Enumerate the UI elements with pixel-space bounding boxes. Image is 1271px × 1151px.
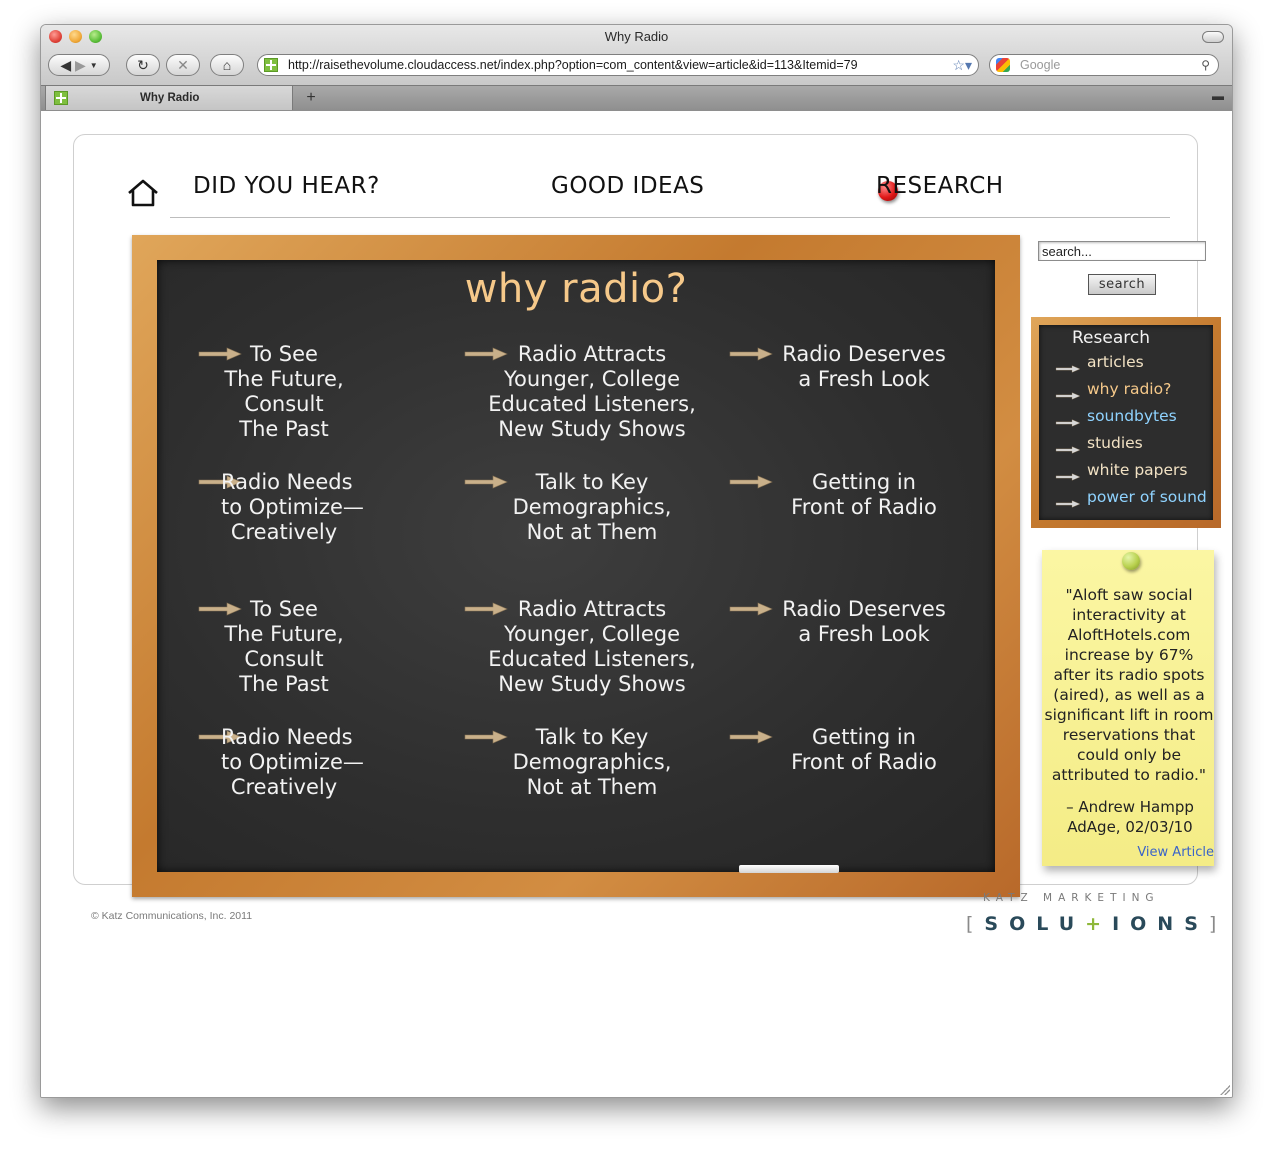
view-article-link[interactable]: View Article	[1137, 845, 1214, 860]
address-bar[interactable]: http://raisethevolume.cloudaccess.net/in…	[257, 54, 979, 76]
reload-icon: ↻	[137, 56, 149, 73]
research-link-label[interactable]: why radio?	[1087, 380, 1171, 398]
bookmark-star-icon[interactable]: ☆▾	[952, 57, 972, 74]
site-search-input[interactable]	[1038, 241, 1206, 261]
tab-list-icon[interactable]: ▬	[1212, 89, 1224, 103]
copyright-text: © Katz Communications, Inc. 2011	[91, 910, 253, 922]
brand-logo-text: SOLU+IONS	[984, 913, 1209, 935]
quote-citation: – Andrew Hampp AdAge, 02/03/10	[1066, 798, 1194, 836]
board-item-link[interactable]: To See The Future, Consult The Past	[221, 342, 347, 442]
board-item-link[interactable]: To See The Future, Consult The Past	[221, 597, 347, 697]
window-resize-handle[interactable]	[1220, 1085, 1230, 1095]
stop-button[interactable]: ✕	[166, 54, 200, 76]
home-icon[interactable]	[126, 179, 160, 207]
nav-did-you-hear[interactable]: DID YOU HEAR?	[193, 173, 380, 199]
stop-icon: ✕	[177, 56, 189, 73]
tab-why-radio[interactable]: Why Radio	[45, 86, 293, 110]
research-menu-title: Research	[1072, 328, 1150, 348]
new-tab-button[interactable]: +	[299, 88, 323, 107]
katz-solutions-logo[interactable]: [SOLU+IONS]	[966, 913, 1227, 935]
research-link-label[interactable]: articles	[1087, 353, 1144, 371]
arrow-icon	[1053, 467, 1083, 481]
web-search-placeholder[interactable]: Google	[1020, 58, 1201, 72]
board-item-link[interactable]: Radio Deserves a Fresh Look	[755, 597, 973, 647]
history-dropdown-icon[interactable]: ▼	[90, 61, 98, 70]
browser-window: Why Radio ◀ ▶ ▼ ↻ ✕ ⌂ http://raisethevol…	[40, 24, 1233, 1098]
board-item-link[interactable]: Talk to Key Demographics, Not at Them	[487, 470, 697, 545]
research-link[interactable]: why radio?	[1053, 380, 1171, 400]
home-icon: ⌂	[222, 57, 232, 73]
research-link-label[interactable]: studies	[1087, 434, 1143, 452]
toolbar-toggle-button[interactable]	[1202, 31, 1224, 43]
chalkboard: why radio? To See The Future, Consult Th…	[132, 235, 1020, 897]
arrow-icon	[1053, 359, 1083, 373]
home-button[interactable]: ⌂	[210, 54, 244, 76]
arrow-icon	[1053, 494, 1083, 508]
research-link-label[interactable]: power of sound	[1087, 488, 1207, 506]
nav-research[interactable]: RESEARCH	[876, 173, 1004, 199]
tab-favicon-icon	[54, 91, 68, 105]
research-link-label[interactable]: soundbytes	[1087, 407, 1177, 425]
back-icon[interactable]: ◀	[60, 57, 71, 74]
research-link[interactable]: power of sound	[1053, 488, 1207, 508]
site-favicon-icon	[264, 58, 278, 72]
board-item-link[interactable]: Getting in Front of Radio	[755, 470, 973, 520]
board-item-link[interactable]: Talk to Key Demographics, Not at Them	[487, 725, 697, 800]
site-search-button[interactable]: search	[1088, 274, 1156, 295]
content-frame: DID YOU HEAR? GOOD IDEAS RESEARCH why ra…	[73, 134, 1221, 897]
board-item-link[interactable]: Radio Needs to Optimize— Creatively	[221, 470, 364, 545]
research-link[interactable]: soundbytes	[1053, 407, 1177, 427]
nav-divider	[170, 217, 1170, 218]
board-item-link[interactable]: Radio Needs to Optimize— Creatively	[221, 725, 364, 800]
research-menu-surface: Research articles why radio? soundbytes stu…	[1039, 325, 1213, 520]
board-item-link[interactable]: Getting in Front of Radio	[755, 725, 973, 775]
title-bar: Why Radio ◀ ▶ ▼ ↻ ✕ ⌂ http://raisethevol…	[41, 25, 1232, 111]
research-link-label[interactable]: white papers	[1087, 461, 1188, 479]
quote-text: "Aloft saw social interactivity at Aloft…	[1044, 586, 1214, 784]
nav-good-ideas[interactable]: GOOD IDEAS	[551, 173, 704, 199]
research-menu-box: Research articles why radio? soundbytes stu…	[1031, 317, 1221, 528]
chalkboard-surface: why radio? To See The Future, Consult Th…	[157, 260, 995, 873]
research-link[interactable]: studies	[1053, 434, 1143, 454]
window-title: Why Radio	[604, 29, 669, 44]
web-search-bar[interactable]: Google ⚲	[989, 54, 1219, 76]
tab-strip: Why Radio + ▬	[41, 85, 1232, 110]
url-text[interactable]: http://raisethevolume.cloudaccess.net/in…	[288, 58, 952, 72]
arrow-icon	[1053, 413, 1083, 427]
google-icon[interactable]	[996, 58, 1010, 72]
research-link[interactable]: articles	[1053, 353, 1144, 373]
arrow-icon	[1053, 386, 1083, 400]
sticky-note-quote: "Aloft saw social interactivity at Aloft…	[1042, 550, 1214, 866]
magnifier-icon[interactable]: ⚲	[1201, 58, 1210, 72]
board-item-link[interactable]: Radio Attracts Younger, College Educated…	[487, 342, 697, 442]
board-title: why radio?	[464, 266, 688, 312]
chalk-stick	[739, 865, 839, 873]
green-pushpin-icon	[1122, 552, 1140, 570]
board-item-link[interactable]: Radio Deserves a Fresh Look	[755, 342, 973, 392]
brand-tagline: KATZ MARKETING	[983, 892, 1160, 904]
research-link[interactable]: white papers	[1053, 461, 1188, 481]
arrow-icon	[1053, 440, 1083, 454]
page-content: DID YOU HEAR? GOOD IDEAS RESEARCH why ra…	[41, 111, 1232, 1097]
board-item-link[interactable]: Radio Attracts Younger, College Educated…	[487, 597, 697, 697]
tab-title: Why Radio	[140, 92, 200, 104]
back-forward-buttons[interactable]: ◀ ▶ ▼	[48, 54, 110, 76]
forward-icon[interactable]: ▶	[75, 57, 86, 74]
reload-button[interactable]: ↻	[126, 54, 160, 76]
